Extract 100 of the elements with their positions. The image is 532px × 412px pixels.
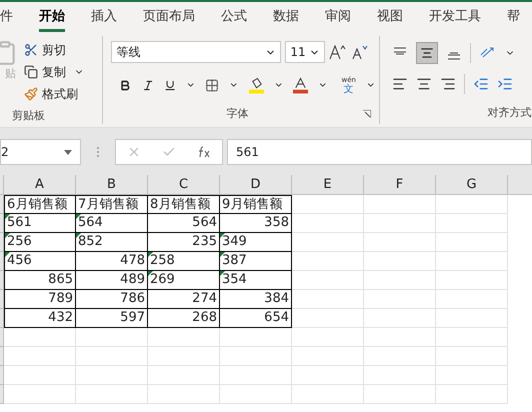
column-header[interactable]: A	[4, 175, 76, 194]
empty-cell[interactable]	[76, 385, 148, 404]
empty-cell[interactable]	[220, 347, 292, 366]
table-cell: 852	[76, 233, 148, 252]
empty-cell[interactable]	[292, 366, 364, 385]
empty-cell[interactable]	[364, 271, 436, 290]
empty-cell[interactable]	[436, 366, 508, 385]
empty-cell[interactable]	[220, 328, 292, 347]
ribbon-tab[interactable]: 页面布局	[143, 4, 195, 32]
column-header[interactable]: D	[220, 175, 292, 194]
format-painter-button[interactable]: 格式刷	[24, 84, 84, 104]
ribbon-tab[interactable]: 帮	[507, 4, 520, 32]
decrease-font-size-icon[interactable]	[351, 44, 370, 60]
ribbon-tab[interactable]: 开发工具	[429, 4, 481, 32]
middle-align-button[interactable]	[416, 42, 438, 64]
empty-cell[interactable]	[364, 252, 436, 271]
empty-cell[interactable]	[76, 366, 148, 385]
empty-cell[interactable]	[292, 328, 364, 347]
empty-cell[interactable]	[292, 233, 364, 252]
table-cell: 564	[76, 214, 148, 233]
empty-cell[interactable]	[364, 290, 436, 309]
align-left-icon[interactable]	[392, 76, 408, 92]
empty-cell[interactable]	[436, 328, 508, 347]
underline-icon[interactable]	[164, 78, 176, 92]
empty-cell[interactable]	[364, 214, 436, 233]
name-box[interactable]: 2	[0, 139, 81, 165]
table-cell: 865	[4, 271, 76, 290]
empty-cell[interactable]	[364, 347, 436, 366]
empty-cell[interactable]	[4, 366, 76, 385]
empty-cell[interactable]	[292, 309, 364, 328]
column-header[interactable]: C	[148, 175, 220, 194]
empty-cell[interactable]	[292, 214, 364, 233]
column-header[interactable]: F	[364, 175, 436, 194]
empty-cell[interactable]	[364, 328, 436, 347]
font-size-field[interactable]: 11	[285, 41, 326, 63]
empty-cell[interactable]	[364, 195, 436, 214]
formula-field[interactable]: 561	[227, 139, 532, 165]
bold-icon[interactable]	[119, 78, 132, 92]
error-indicator-icon	[148, 271, 153, 276]
empty-cell[interactable]	[76, 328, 148, 347]
empty-cell[interactable]	[220, 385, 292, 404]
borders-icon[interactable]	[205, 78, 220, 92]
empty-cell[interactable]	[4, 328, 76, 347]
empty-cell[interactable]	[292, 290, 364, 309]
cut-button[interactable]: 剪切	[24, 40, 84, 60]
ribbon-tab[interactable]: 视图	[377, 4, 403, 32]
empty-cell[interactable]	[364, 309, 436, 328]
empty-cell[interactable]	[364, 366, 436, 385]
empty-cell[interactable]	[436, 195, 508, 214]
ribbon-tab[interactable]: 公式	[221, 4, 247, 32]
empty-cell[interactable]	[76, 347, 148, 366]
empty-cell[interactable]	[364, 385, 436, 404]
empty-cell[interactable]	[148, 366, 220, 385]
italic-icon[interactable]	[142, 78, 154, 92]
align-center-icon[interactable]	[416, 76, 432, 92]
error-indicator-icon	[220, 233, 225, 238]
drag-handle-icon[interactable]	[96, 146, 100, 158]
empty-cell[interactable]	[436, 290, 508, 309]
empty-cell[interactable]	[220, 366, 292, 385]
font-color-icon[interactable]	[293, 76, 308, 94]
empty-cell[interactable]	[4, 347, 76, 366]
empty-cell[interactable]	[436, 214, 508, 233]
ribbon-tab[interactable]: 件	[0, 4, 13, 32]
table-cell: 258	[148, 252, 220, 271]
empty-cell[interactable]	[436, 309, 508, 328]
empty-cell[interactable]	[436, 385, 508, 404]
column-header[interactable]: B	[76, 175, 148, 194]
ribbon-tab[interactable]: 审阅	[325, 4, 351, 32]
empty-cell[interactable]	[148, 347, 220, 366]
empty-cell[interactable]	[148, 328, 220, 347]
empty-cell[interactable]	[292, 252, 364, 271]
column-header[interactable]: G	[436, 175, 508, 194]
increase-font-size-icon[interactable]	[329, 44, 348, 60]
empty-cell[interactable]	[436, 252, 508, 271]
group-label: 剪贴板	[12, 108, 46, 124]
table-cell: 268	[148, 309, 220, 328]
insert-function-icon[interactable]	[197, 146, 212, 158]
empty-cell[interactable]	[292, 385, 364, 404]
font-name-field[interactable]: 等线	[111, 41, 282, 63]
empty-cell[interactable]	[436, 271, 508, 290]
ribbon-tab[interactable]: 数据	[273, 4, 299, 32]
error-indicator-icon	[220, 252, 225, 257]
align-right-icon[interactable]	[440, 76, 456, 92]
decrease-indent-icon[interactable]	[473, 76, 490, 92]
column-header[interactable]: E	[292, 175, 364, 194]
empty-cell[interactable]	[364, 233, 436, 252]
empty-cell[interactable]	[436, 233, 508, 252]
increase-indent-icon[interactable]	[497, 76, 514, 92]
empty-cell[interactable]	[4, 385, 76, 404]
table-cell: 432	[4, 309, 76, 328]
empty-cell[interactable]	[292, 195, 364, 214]
empty-cell[interactable]	[436, 347, 508, 366]
empty-cell[interactable]	[292, 271, 364, 290]
empty-cell[interactable]	[148, 385, 220, 404]
paintbrush-icon	[24, 87, 38, 102]
copy-button[interactable]: 复制	[24, 62, 84, 82]
fill-color-icon[interactable]	[248, 76, 264, 94]
ribbon-tab[interactable]: 插入	[91, 4, 117, 32]
dialog-launcher-icon[interactable]	[363, 110, 372, 118]
empty-cell[interactable]	[292, 347, 364, 366]
